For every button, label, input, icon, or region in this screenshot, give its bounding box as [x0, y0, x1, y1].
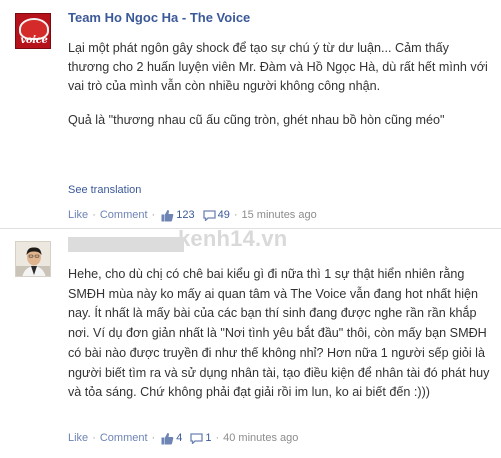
thumbs-up-icon: [161, 432, 174, 445]
post-paragraph: Quả là "thương nhau cũ ấu cũng tròn, ghé…: [68, 113, 445, 127]
like-link[interactable]: Like: [68, 209, 88, 221]
post-paragraph: Lại một phát ngôn gây shock để tạo sự ch…: [68, 41, 488, 93]
avatar-logo-text: voice: [20, 35, 48, 46]
separator-dot: ·: [215, 432, 220, 444]
comment-body: Hehe, cho dù chị có chê bai kiểu gì đi n…: [68, 267, 490, 400]
comment-timestamp[interactable]: 40 minutes ago: [223, 432, 298, 444]
like-link[interactable]: Like: [68, 432, 88, 444]
see-translation-link[interactable]: See translation: [68, 184, 141, 196]
comment-link[interactable]: Comment: [100, 209, 148, 221]
person-photo-icon: [16, 242, 50, 276]
site-watermark: kenh14.vn: [178, 226, 288, 251]
post-body: Lại một phát ngôn gây shock để tạo sự ch…: [68, 39, 493, 145]
separator-dot: ·: [233, 209, 238, 221]
likes-count[interactable]: 4: [176, 432, 182, 444]
comment-bubble-icon: [202, 209, 216, 222]
separator-dot: ·: [92, 209, 96, 221]
comment-actions: Like · Comment · 4 1 · 40 minutes ago: [68, 430, 298, 446]
thumbs-up-icon: [161, 209, 174, 222]
comment-link[interactable]: Comment: [100, 432, 148, 444]
separator-dot: ·: [151, 209, 156, 221]
comments-count[interactable]: 1: [205, 432, 211, 444]
comments-count[interactable]: 49: [218, 209, 230, 221]
post-timestamp[interactable]: 15 minutes ago: [242, 209, 317, 221]
page-avatar[interactable]: voice: [15, 13, 51, 49]
post-actions: Like · Comment · 123 49 · 15 minutes ago: [68, 207, 317, 223]
separator-dot: ·: [92, 432, 96, 444]
commenter-avatar[interactable]: [15, 241, 51, 277]
redacted-commenter-name: [68, 237, 184, 252]
comment-bubble-icon: [190, 432, 203, 445]
separator-dot: ·: [151, 432, 156, 444]
post-author-name[interactable]: Team Ho Ngoc Ha - The Voice: [68, 10, 250, 25]
likes-count[interactable]: 123: [176, 209, 194, 221]
